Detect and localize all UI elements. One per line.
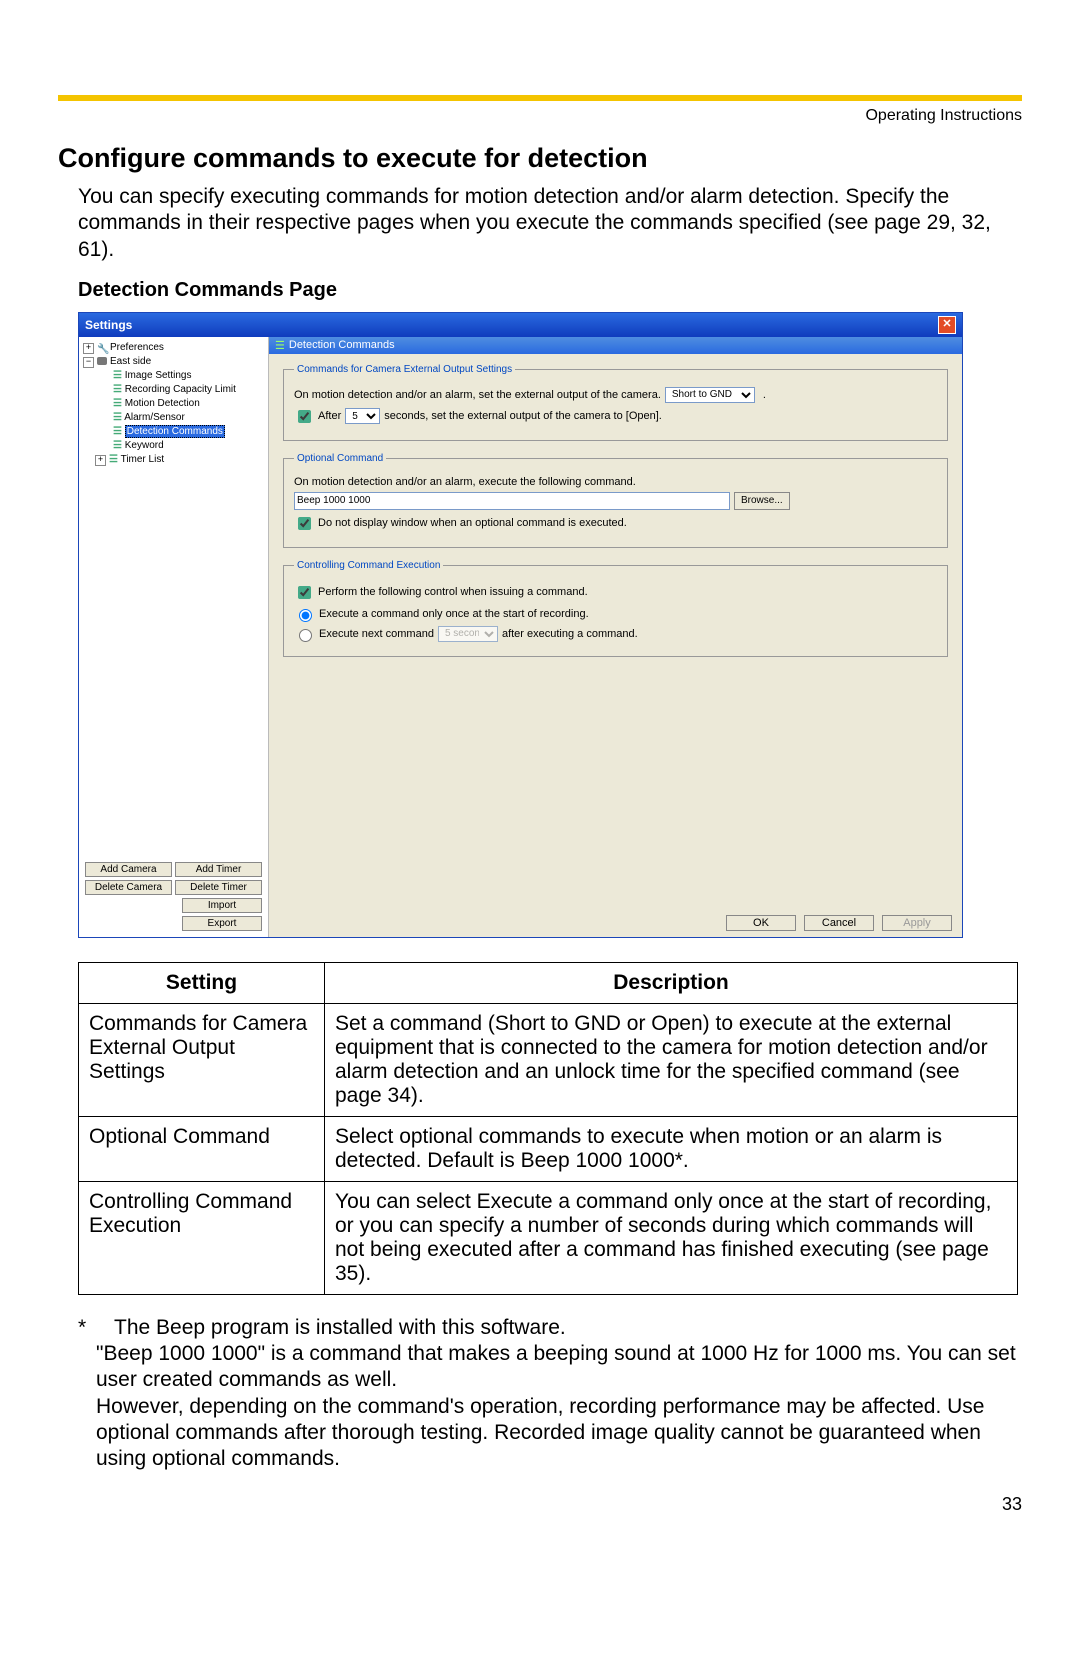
settings-table: Setting Description Commands for Camera … xyxy=(78,962,1018,1295)
settings-dialog: Settings ✕ +🔧Preferences −East side ☰ Im… xyxy=(78,312,963,938)
delete-timer-button[interactable]: Delete Timer xyxy=(175,880,262,895)
breadcrumb: ☰ Detection Commands xyxy=(269,337,962,354)
browse-button[interactable]: Browse... xyxy=(734,492,790,510)
group-external-output: Commands for Camera External Output Sett… xyxy=(283,364,948,441)
th-setting: Setting xyxy=(79,962,325,1003)
group2-line1: On motion detection and/or an alarm, exe… xyxy=(294,476,636,488)
after-label: After xyxy=(318,410,341,422)
cancel-button[interactable]: Cancel xyxy=(804,915,874,931)
group-controlling-execution: Controlling Command Execution Perform th… xyxy=(283,560,948,657)
tree-item-timer-list[interactable]: +☰ Timer List xyxy=(81,453,266,467)
table-row: Optional Command Select optional command… xyxy=(79,1116,1018,1181)
tree-item-alarm-sensor[interactable]: ☰ Alarm/Sensor xyxy=(81,411,266,425)
hide-window-checkbox[interactable] xyxy=(298,517,311,530)
after-checkbox[interactable] xyxy=(298,410,311,423)
hide-window-label: Do not display window when an optional c… xyxy=(318,517,627,529)
after-seconds-select[interactable]: 5 xyxy=(345,408,380,424)
group1-legend: Commands for Camera External Output Sett… xyxy=(294,364,515,375)
ok-button[interactable]: OK xyxy=(726,915,796,931)
dialog-titlebar: Settings ✕ xyxy=(79,313,962,337)
dialog-title: Settings xyxy=(85,318,132,332)
group2-legend: Optional Command xyxy=(294,453,386,464)
page-number: 33 xyxy=(58,1494,1022,1515)
section-title: Configure commands to execute for detect… xyxy=(58,143,1022,174)
perform-control-checkbox[interactable] xyxy=(298,586,311,599)
tree-eastside[interactable]: −East side xyxy=(81,355,266,369)
tree-item-motion-detection[interactable]: ☰ Motion Detection xyxy=(81,397,266,411)
intro-paragraph: You can specify executing commands for m… xyxy=(78,184,1022,263)
table-row: Commands for Camera External Output Sett… xyxy=(79,1003,1018,1116)
group1-line2: seconds, set the external output of the … xyxy=(384,410,662,422)
tree-item-image-settings[interactable]: ☰ Image Settings xyxy=(81,369,266,383)
execute-next-pre: Execute next command xyxy=(319,628,434,640)
tree-item-detection-commands[interactable]: ☰ Detection Commands xyxy=(81,425,266,439)
header-right: Operating Instructions xyxy=(58,107,1022,125)
tree-preferences[interactable]: +🔧Preferences xyxy=(81,341,266,355)
th-description: Description xyxy=(325,962,1018,1003)
execute-next-post: after executing a command. xyxy=(502,628,638,640)
external-output-select[interactable]: Short to GND xyxy=(665,387,755,403)
tree-pane: +🔧Preferences −East side ☰ Image Setting… xyxy=(79,337,269,937)
subheading: Detection Commands Page xyxy=(58,279,1022,302)
top-rule xyxy=(58,95,1022,101)
execute-once-label: Execute a command only once at the start… xyxy=(319,608,589,620)
close-icon[interactable]: ✕ xyxy=(938,316,956,334)
execute-next-select: 5 second xyxy=(438,626,498,642)
export-button[interactable]: Export xyxy=(182,916,262,931)
list-icon: ☰ xyxy=(275,339,285,352)
group3-legend: Controlling Command Execution xyxy=(294,560,443,571)
tree-item-recording-capacity[interactable]: ☰ Recording Capacity Limit xyxy=(81,383,266,397)
footnote: *The Beep program is installed with this… xyxy=(78,1315,1022,1473)
table-row: Controlling Command Execution You can se… xyxy=(79,1181,1018,1294)
command-input[interactable] xyxy=(294,492,730,510)
add-timer-button[interactable]: Add Timer xyxy=(175,862,262,877)
group-optional-command: Optional Command On motion detection and… xyxy=(283,453,948,548)
import-button[interactable]: Import xyxy=(182,898,262,913)
tree-item-keyword[interactable]: ☰ Keyword xyxy=(81,439,266,453)
add-camera-button[interactable]: Add Camera xyxy=(85,862,172,877)
apply-button[interactable]: Apply xyxy=(882,915,952,931)
group1-line1: On motion detection and/or an alarm, set… xyxy=(294,389,661,401)
delete-camera-button[interactable]: Delete Camera xyxy=(85,880,172,895)
execute-once-radio[interactable] xyxy=(299,609,312,622)
execute-next-radio[interactable] xyxy=(299,629,312,642)
perform-control-label: Perform the following control when issui… xyxy=(318,586,588,598)
